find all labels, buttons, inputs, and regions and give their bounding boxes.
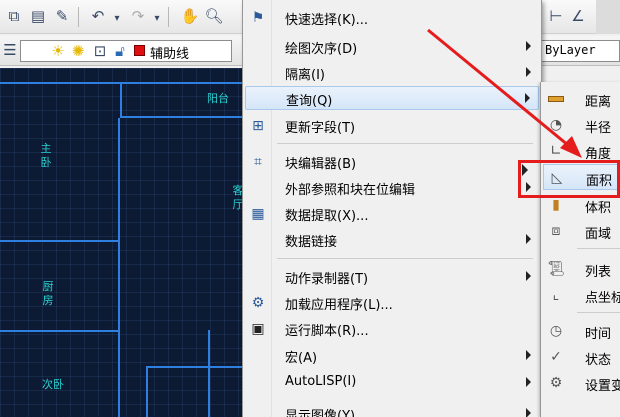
room-label: 主卧 bbox=[40, 142, 52, 169]
menu-item-data-extraction[interactable]: ▦ 数据提取(X)... bbox=[245, 202, 539, 226]
bulb-icon[interactable]: ☀ bbox=[48, 41, 68, 61]
submenu-arrow-icon bbox=[526, 234, 531, 244]
wall bbox=[146, 366, 244, 368]
submenu-item-time[interactable]: ◷ 时间 bbox=[543, 318, 620, 344]
lock-open-icon[interactable]: 🔓︎ bbox=[110, 41, 130, 61]
load-app-icon: ⚙ bbox=[251, 295, 265, 311]
volume-icon: ▮ bbox=[552, 197, 560, 213]
gear-icon: ⚙ bbox=[549, 375, 563, 391]
menu-item-draw-order[interactable]: 绘图次序(D) bbox=[245, 35, 539, 59]
submenu-arrow-icon bbox=[526, 377, 531, 387]
update-field-icon: ⊞ bbox=[252, 118, 264, 134]
wall bbox=[120, 82, 122, 118]
angle-icon: ∟ bbox=[550, 143, 562, 159]
room-label: 次卧 bbox=[42, 378, 64, 391]
point-icon: ⌞ bbox=[552, 287, 560, 303]
linetype-dropdown[interactable]: ByLayer bbox=[540, 40, 620, 62]
zoom-realtime-icon[interactable]: 🔍︎ bbox=[204, 6, 224, 26]
match-properties-icon[interactable]: ✎ bbox=[52, 6, 72, 26]
clock-icon: ◷ bbox=[549, 323, 563, 339]
wall bbox=[118, 118, 120, 417]
redo-dropdown-icon[interactable]: ▾ bbox=[150, 8, 164, 28]
submenu-item-radius[interactable]: ◔ 半径 bbox=[543, 112, 620, 138]
menu-item-quick-select[interactable]: ⚑ 快速选择(K)... bbox=[245, 6, 539, 30]
distance-icon bbox=[547, 90, 565, 108]
submenu-item-id-point[interactable]: ⌞ 点坐标 bbox=[543, 282, 620, 308]
wall bbox=[0, 240, 120, 242]
radius-icon: ◔ bbox=[549, 117, 563, 133]
list-icon: 📜︎ bbox=[547, 261, 565, 277]
menu-item-data-links[interactable]: 数据链接 bbox=[245, 228, 539, 252]
lock-icon[interactable]: ⊡ bbox=[90, 41, 110, 61]
run-script-icon: ▣ bbox=[251, 321, 265, 337]
submenu-item-set-variable[interactable]: ⚙ 设置变量 bbox=[543, 370, 620, 396]
sun-icon[interactable]: ✺ bbox=[68, 41, 88, 61]
menu-item-macro[interactable]: 宏(A) bbox=[245, 344, 539, 368]
annotation-highlight-box bbox=[518, 160, 620, 198]
pan-icon[interactable]: ✋ bbox=[180, 6, 200, 26]
submenu-item-status[interactable]: ✓ 状态 bbox=[543, 344, 620, 370]
inquiry-submenu: 距离 ◔ 半径 ∟ 角度 ◺ 面积 ▮ 体积 ⧈ 面域 📜︎ 列表 ⌞ 点坐标 … bbox=[540, 82, 620, 417]
dimension-icon[interactable]: ⊢ bbox=[546, 6, 566, 26]
submenu-item-list[interactable]: 📜︎ 列表 bbox=[543, 256, 620, 282]
submenu-item-region[interactable]: ⧈ 面域 bbox=[543, 218, 620, 244]
layer-manager-icon[interactable]: ☰ bbox=[0, 40, 20, 60]
menu-item-autolisp[interactable]: AutoLISP(I) bbox=[245, 371, 539, 395]
submenu-item-distance[interactable]: 距离 bbox=[543, 86, 620, 112]
angle-tool-icon[interactable]: ∠ bbox=[568, 6, 588, 26]
menu-item-xref-edit[interactable]: 外部参照和块在位编辑 bbox=[245, 176, 539, 200]
menu-item-inquiry[interactable]: 查询(Q) bbox=[245, 86, 539, 110]
submenu-arrow-icon bbox=[526, 408, 531, 417]
submenu-arrow-icon bbox=[526, 41, 531, 51]
layer-name: 辅助线 bbox=[150, 47, 190, 62]
submenu-arrow-icon bbox=[526, 350, 531, 360]
properties-icon[interactable]: ▤ bbox=[28, 6, 48, 26]
toolbar-end bbox=[596, 0, 620, 34]
menu-item-action-recorder[interactable]: 动作录制器(T) bbox=[245, 265, 539, 289]
tools-menu: ⚑ 快速选择(K)... 绘图次序(D) 隔离(I) 查询(Q) ⊞ 更新字段(… bbox=[242, 0, 542, 417]
menu-item-load-application[interactable]: ⚙ 加载应用程序(L)... bbox=[245, 291, 539, 315]
room-label: 阳台 bbox=[207, 92, 229, 105]
submenu-arrow-icon bbox=[526, 271, 531, 281]
wall bbox=[0, 82, 244, 84]
block-editor-icon: ⌗ bbox=[254, 154, 262, 170]
layer-color-swatch bbox=[134, 45, 145, 56]
menu-item-update-fields[interactable]: ⊞ 更新字段(T) bbox=[245, 114, 539, 138]
room-label: 厨房 bbox=[42, 280, 54, 307]
submenu-arrow-icon bbox=[525, 93, 530, 103]
wall bbox=[0, 330, 120, 332]
redo-icon[interactable]: ↷ bbox=[128, 6, 148, 26]
drawing-canvas[interactable]: 阳台 主卧 厨房 次卧 客厅 bbox=[0, 68, 244, 417]
status-icon: ✓ bbox=[550, 349, 562, 365]
menu-item-display-image[interactable]: 显示图像(Y) bbox=[245, 402, 539, 417]
undo-dropdown-icon[interactable]: ▾ bbox=[110, 8, 124, 28]
menu-item-block-editor[interactable]: ⌗ 块编辑器(B) bbox=[245, 150, 539, 174]
quick-select-icon: ⚑ bbox=[251, 10, 265, 26]
wall bbox=[120, 116, 244, 118]
region-icon: ⧈ bbox=[551, 223, 561, 239]
menu-item-isolate[interactable]: 隔离(I) bbox=[245, 61, 539, 85]
copy-icon[interactable]: ⧉ bbox=[4, 6, 24, 26]
wall bbox=[208, 330, 210, 417]
menu-item-run-script[interactable]: ▣ 运行脚本(R)... bbox=[245, 317, 539, 341]
data-extract-icon: ▦ bbox=[251, 206, 265, 222]
undo-icon[interactable]: ↶ bbox=[88, 6, 108, 26]
submenu-arrow-icon bbox=[526, 67, 531, 77]
wall bbox=[146, 368, 148, 417]
